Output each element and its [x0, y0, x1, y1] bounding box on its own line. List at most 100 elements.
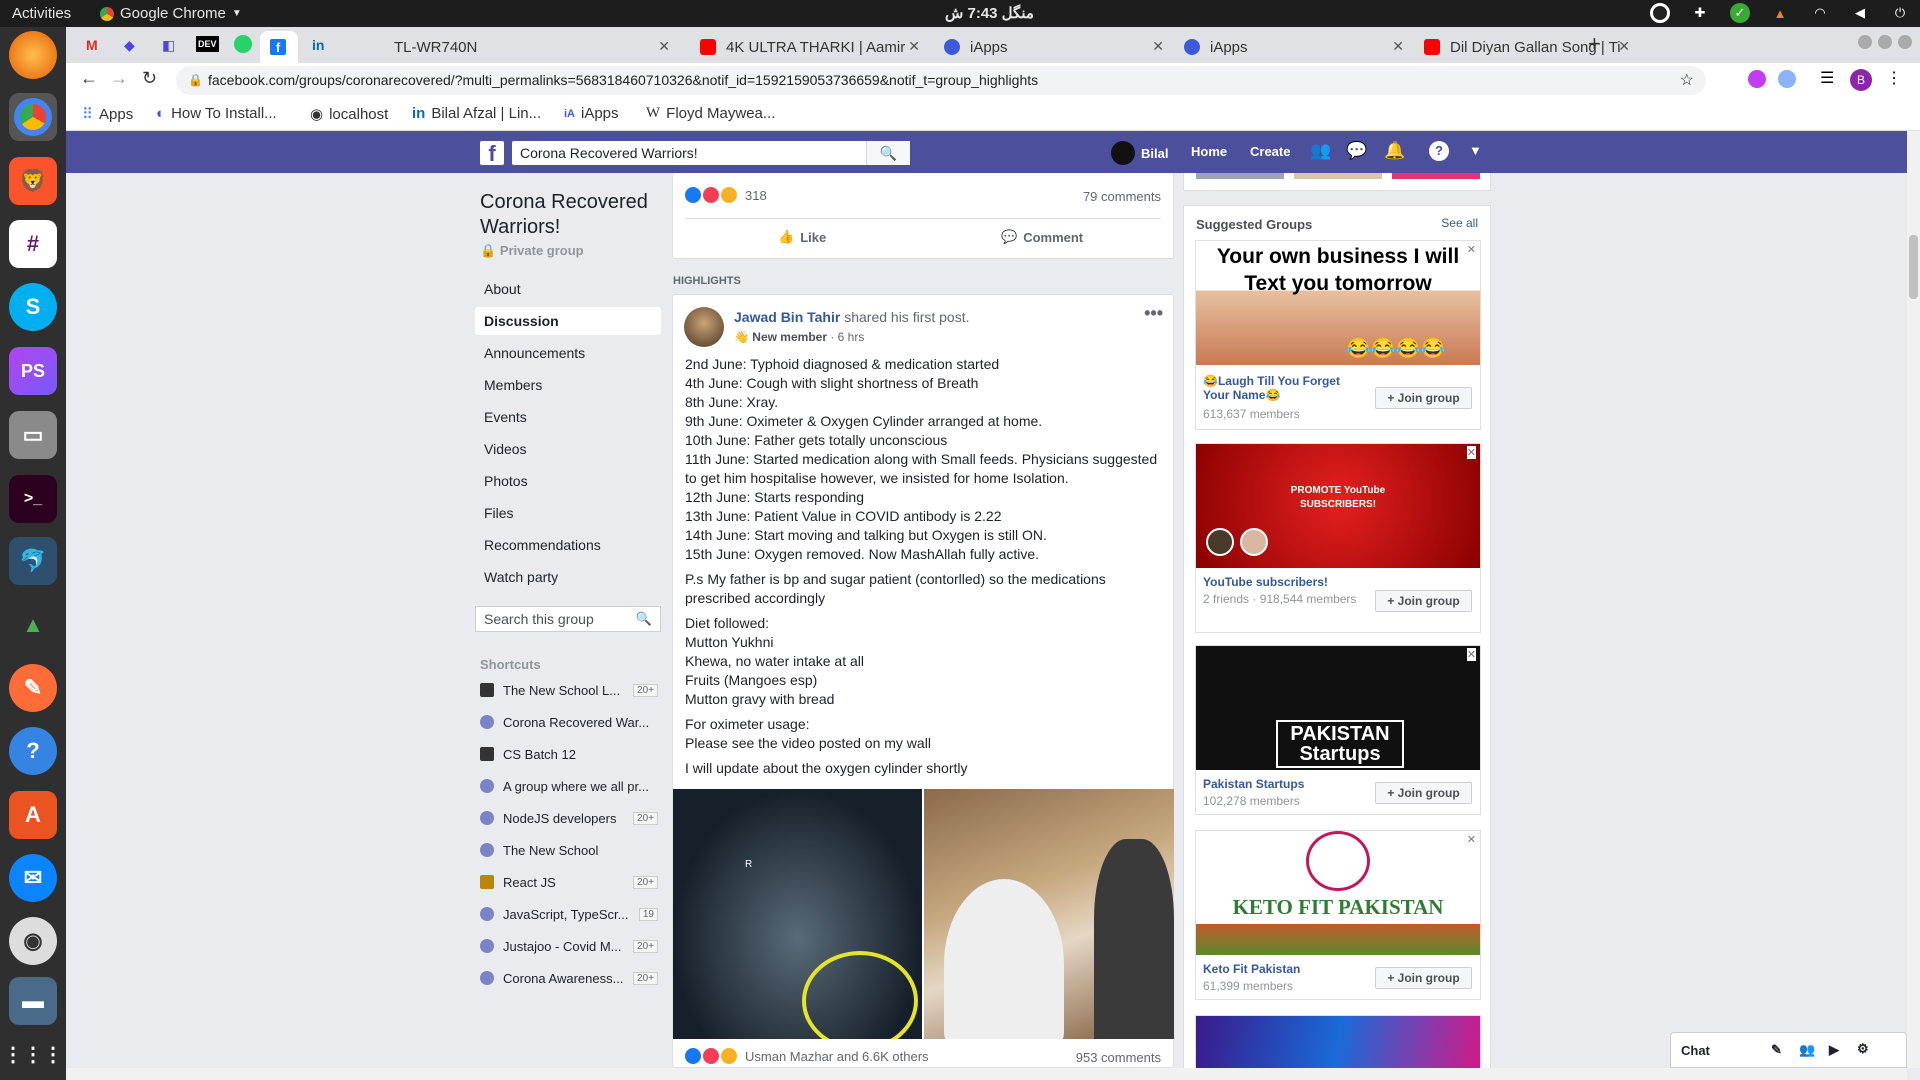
group-cover[interactable]: PAKISTAN Startups: [1196, 646, 1480, 770]
shortcut-item[interactable]: The New School L... 20+: [480, 680, 660, 700]
close-window-icon[interactable]: [1898, 35, 1912, 49]
reactions-summary[interactable]: 318: [685, 187, 767, 203]
messenger-icon[interactable]: 💬: [1346, 141, 1367, 161]
volume-icon[interactable]: ◀: [1850, 3, 1870, 23]
tab-dil-diyan-gallan[interactable]: Dil Diyan Gallan Song | Ti ✕: [1414, 31, 1640, 63]
shortcut-item[interactable]: CS Batch 12: [480, 744, 660, 764]
facebook-logo-icon[interactable]: f: [480, 141, 504, 166]
chat-bar[interactable]: Chat ✎ 👥 ▶ ⚙: [1670, 1032, 1907, 1068]
rhythmbox-icon[interactable]: ◉: [9, 917, 57, 965]
thunderbird-icon[interactable]: ✉: [9, 854, 57, 902]
bookmark-star-icon[interactable]: ☆: [1680, 66, 1694, 95]
search-icon[interactable]: 🔍: [636, 607, 652, 631]
terminal-icon[interactable]: >_: [9, 475, 57, 523]
nav-members[interactable]: Members: [475, 371, 661, 399]
menu-icon[interactable]: ⋮: [1886, 68, 1902, 88]
search-icon[interactable]: 🔍: [866, 141, 910, 165]
group-cover[interactable]: Your own business I will Text you tomorr…: [1196, 241, 1480, 365]
see-all-link[interactable]: See all: [1441, 216, 1478, 230]
group-cover[interactable]: PROMOTE YouTube SUBSCRIBERS!: [1196, 444, 1480, 568]
post-options-icon[interactable]: •••: [1144, 303, 1163, 324]
tab-tl-wr740n[interactable]: TL-WR740N ✕: [380, 31, 680, 63]
nav-videos[interactable]: Videos: [475, 435, 661, 463]
friends-icon[interactable]: 👥: [1310, 141, 1331, 161]
nav-announcements[interactable]: Announcements: [475, 339, 661, 367]
bookmark-how-to-install[interactable]: ◐ How To Install...: [156, 105, 277, 122]
close-icon[interactable]: ✕: [1618, 38, 1630, 55]
forward-icon[interactable]: →: [110, 68, 128, 89]
author-name[interactable]: Jawad Bin Tahir: [734, 309, 840, 325]
reload-icon[interactable]: ↻: [142, 68, 157, 89]
bookmark-localhost[interactable]: ◉ localhost: [310, 105, 388, 124]
nav-files[interactable]: Files: [475, 499, 661, 527]
tab-youtube-tharki[interactable]: 4K ULTRA THARKI | Aamir ✕: [690, 31, 930, 63]
extension-icon[interactable]: [1778, 70, 1796, 88]
account-menu-icon[interactable]: ▼: [1469, 143, 1482, 158]
rocket-icon[interactable]: ▲: [9, 601, 57, 649]
join-group-button[interactable]: + Join group: [1375, 782, 1472, 804]
video-icon[interactable]: ▶: [1829, 1042, 1839, 1058]
settings-gear-icon[interactable]: ⚙: [1857, 1041, 1869, 1057]
shortcut-item[interactable]: Corona Recovered War...: [480, 712, 660, 732]
close-icon[interactable]: ✕: [1467, 243, 1476, 256]
comments-count[interactable]: 79 comments: [1083, 189, 1161, 204]
facebook-tab[interactable]: f: [260, 31, 298, 63]
circle-icon[interactable]: [1650, 3, 1670, 23]
author-avatar[interactable]: [684, 307, 724, 347]
nav-watch-party[interactable]: Watch party: [475, 563, 661, 591]
like-button[interactable]: 👍 Like: [778, 229, 826, 245]
slack-icon[interactable]: #: [9, 220, 57, 268]
window-controls[interactable]: [1858, 35, 1912, 49]
clock[interactable]: منگل 7:43 ش: [945, 4, 1034, 22]
profile-avatar[interactable]: B: [1850, 69, 1872, 91]
profile-link[interactable]: Bilal: [1111, 141, 1168, 165]
join-group-button[interactable]: + Join group: [1375, 967, 1472, 989]
shortcut-item[interactable]: A group where we all pr...: [480, 776, 660, 796]
tab-iapps-1[interactable]: iApps ✕: [934, 31, 1174, 63]
maximize-icon[interactable]: [1878, 35, 1892, 49]
bookmark-floyd[interactable]: W Floyd Maywea...: [646, 105, 775, 122]
bookmark-apps[interactable]: ⠿ Apps: [82, 105, 133, 124]
horizontal-scrollbar[interactable]: [66, 1068, 1907, 1080]
bookmark-linkedin[interactable]: in Bilal Afzal | Lin...: [412, 105, 541, 122]
gmail-tab-icon[interactable]: M: [86, 37, 98, 53]
shortcut-item[interactable]: NodeJS developers 20+: [480, 808, 660, 828]
back-icon[interactable]: ←: [80, 68, 98, 89]
suggested-group-card[interactable]: KETO FIT PAKISTAN ✕ Keto Fit Pakistan 61…: [1195, 830, 1481, 1000]
linkedin-tab-icon[interactable]: in: [312, 37, 324, 53]
address-bar[interactable]: 🔒 facebook.com/groups/coronarecovered/?m…: [176, 66, 1706, 95]
activities-button[interactable]: Activities: [12, 5, 71, 22]
pinned-tab-icon[interactable]: ◆: [124, 37, 135, 54]
vlc-icon[interactable]: ▲: [1770, 3, 1790, 23]
files-icon[interactable]: ▭: [9, 411, 57, 459]
chrome-icon[interactable]: [9, 93, 57, 141]
app-menu[interactable]: Google Chrome ▼: [100, 5, 242, 22]
nav-photos[interactable]: Photos: [475, 467, 661, 495]
comment-button[interactable]: 💬 Comment: [1001, 229, 1083, 245]
group-cover[interactable]: [1196, 1016, 1480, 1069]
reading-list-icon[interactable]: ☰: [1820, 68, 1834, 88]
close-icon[interactable]: ✕: [908, 38, 920, 55]
group-title[interactable]: YouTube subscribers!: [1203, 575, 1328, 589]
compose-icon[interactable]: ✎: [1771, 1042, 1782, 1058]
power-icon[interactable]: ⏻: [1890, 3, 1910, 23]
software-center-icon[interactable]: A: [9, 791, 57, 839]
slack-tray-icon[interactable]: ✚: [1690, 3, 1710, 23]
dev-tab-icon[interactable]: DEV: [196, 36, 219, 52]
create-link[interactable]: Create: [1250, 144, 1290, 159]
join-group-button[interactable]: + Join group: [1375, 590, 1472, 612]
family-photo[interactable]: [924, 789, 1174, 1039]
wifi-icon[interactable]: ◠: [1810, 3, 1830, 23]
group-title[interactable]: Pakistan Startups: [1203, 777, 1304, 791]
bookmark-iapps[interactable]: iA iApps: [564, 105, 619, 122]
mysql-workbench-icon[interactable]: 🐬: [9, 537, 57, 585]
shortcut-item[interactable]: Corona Awareness... 20+: [480, 968, 660, 988]
close-icon[interactable]: ✕: [1466, 446, 1476, 459]
shortcut-item[interactable]: JavaScript, TypeScr... 19: [480, 904, 660, 924]
help-icon[interactable]: ?: [1429, 141, 1449, 161]
close-icon[interactable]: ✕: [1152, 38, 1164, 55]
group-name[interactable]: Corona Recovered Warriors!: [480, 190, 670, 240]
tab-iapps-2[interactable]: iApps ✕: [1174, 31, 1414, 63]
system-tray[interactable]: ✚ ✓ ▲ ◠ ◀ ⏻: [1650, 3, 1910, 23]
group-title[interactable]: Keto Fit Pakistan: [1203, 962, 1300, 976]
